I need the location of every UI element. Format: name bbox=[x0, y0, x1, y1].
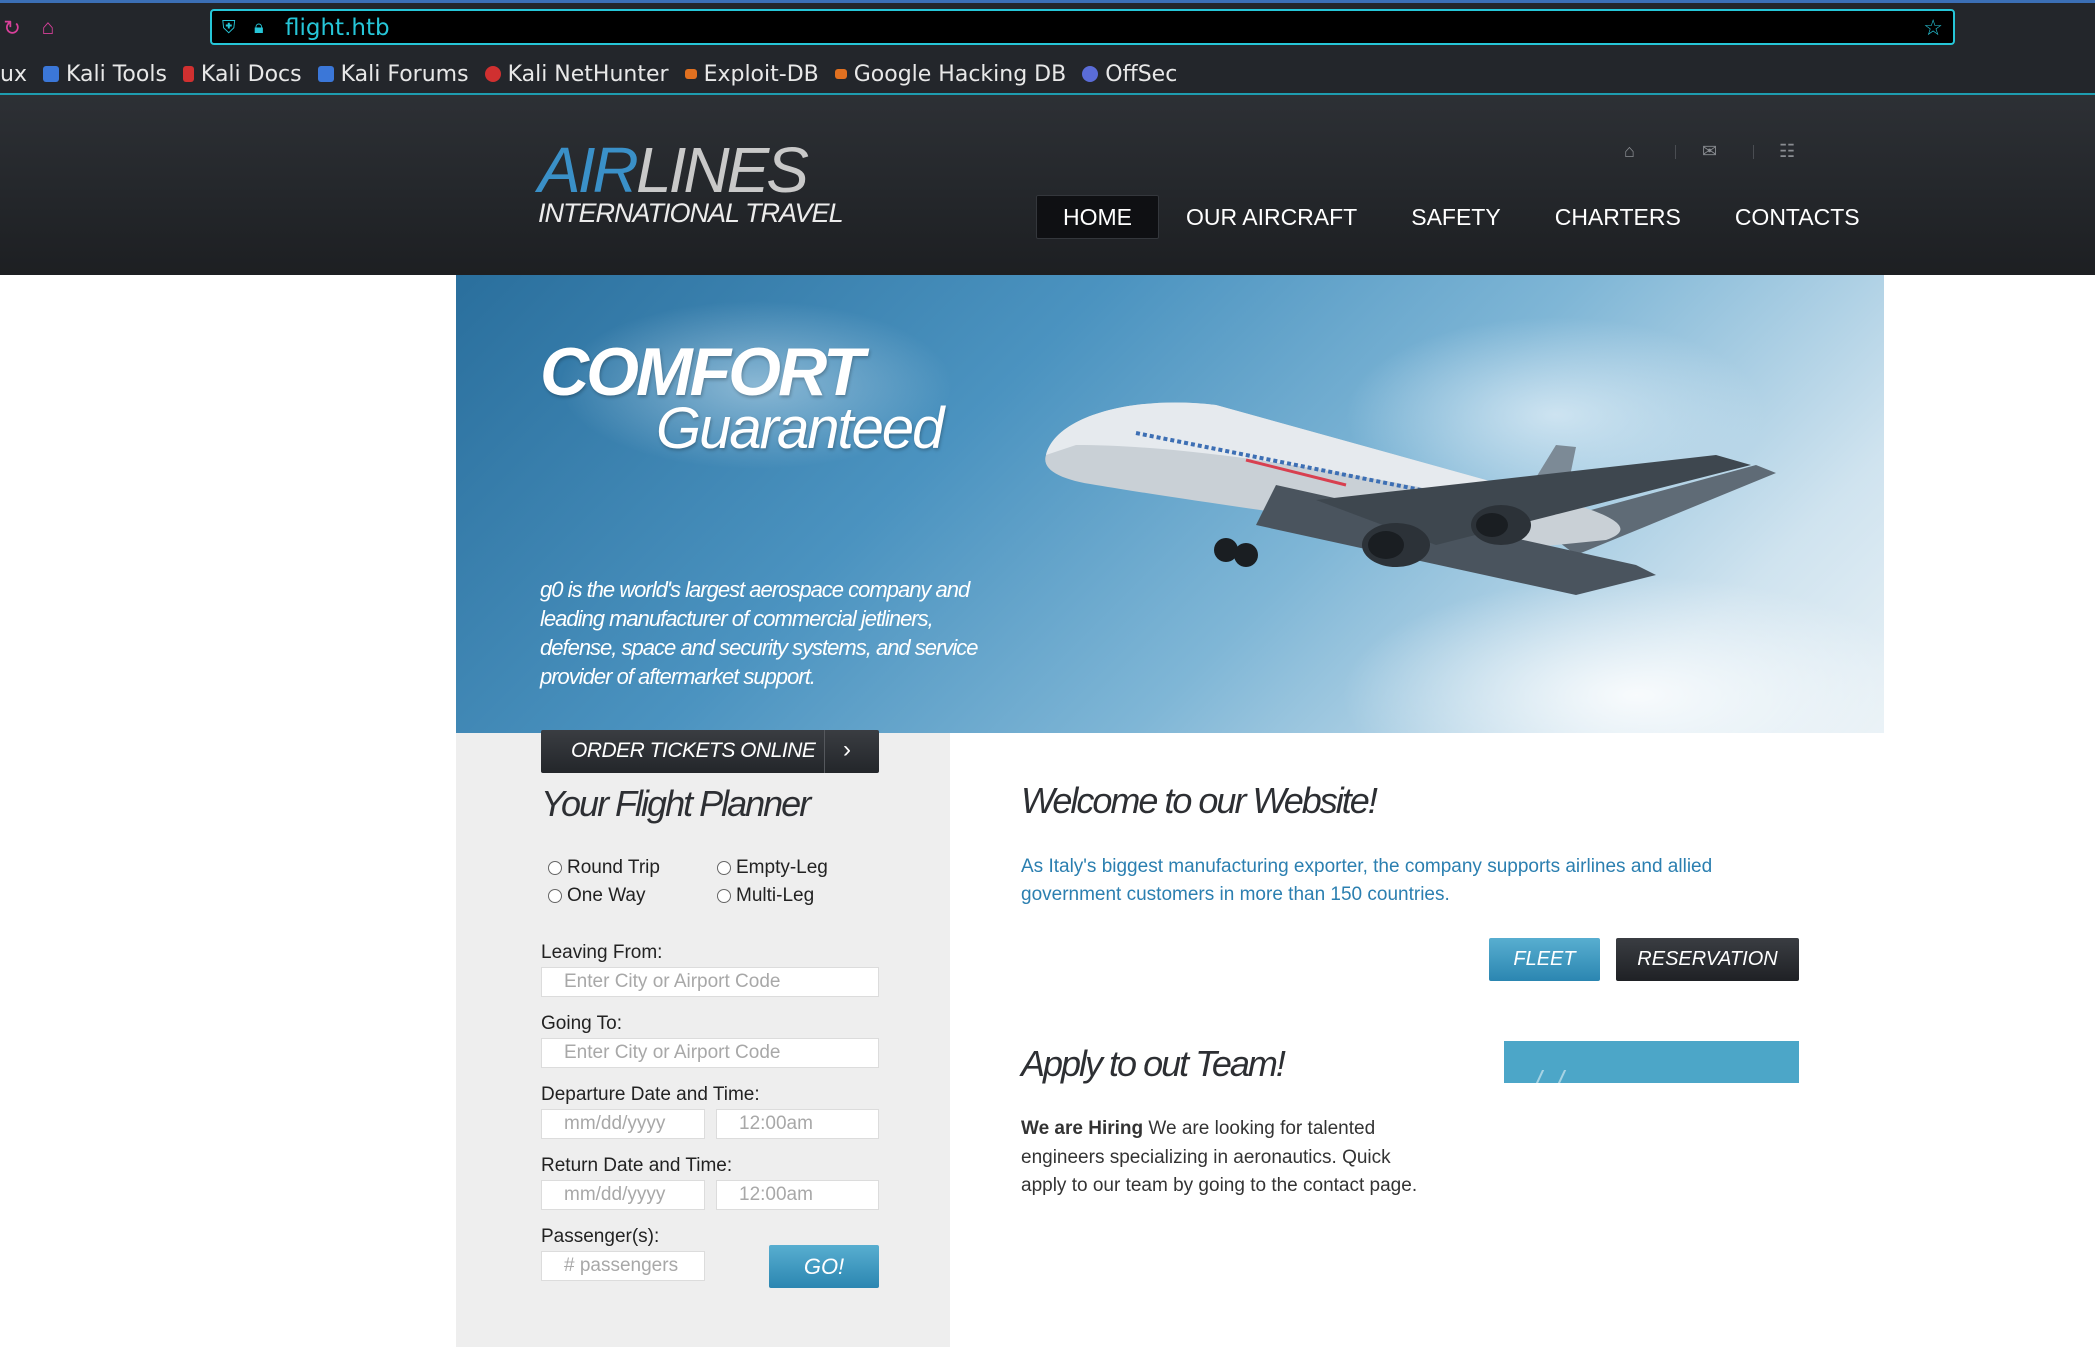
fleet-button[interactable]: FLEET bbox=[1489, 938, 1600, 981]
sitemap-icon[interactable]: ☷ bbox=[1779, 141, 1795, 162]
bookmark-label: Kali Forums bbox=[340, 61, 469, 87]
radio-one-way[interactable]: One Way bbox=[548, 885, 646, 907]
return-time-input[interactable]: 12:00am bbox=[716, 1180, 879, 1210]
hero-description: g0 is the world's largest aerospace comp… bbox=[540, 577, 978, 689]
decorative-slash: / bbox=[1556, 1065, 1564, 1096]
bookmark-label: Kali Docs bbox=[200, 61, 302, 87]
divider bbox=[824, 730, 825, 773]
url-text[interactable]: flight.htb bbox=[285, 15, 390, 41]
ghdb-icon bbox=[834, 69, 847, 79]
bookmark-kali-docs[interactable]: Kali Docs bbox=[182, 61, 302, 87]
departure-time-input[interactable]: 12:00am bbox=[716, 1109, 879, 1139]
divider bbox=[1753, 145, 1754, 159]
logo-subtitle: INTERNATIONAL TRAVEL bbox=[538, 198, 844, 228]
bookmark-label: Google Hacking DB bbox=[853, 61, 1067, 87]
bookmark-label: Kali Tools bbox=[65, 61, 167, 87]
radio-circle[interactable] bbox=[717, 889, 731, 903]
return-date-input[interactable]: mm/dd/yyyy bbox=[541, 1180, 705, 1210]
planner-title: Your Flight Planner bbox=[541, 783, 811, 824]
kali-docs-icon bbox=[182, 66, 194, 82]
passengers-label: Passenger(s): bbox=[541, 1226, 660, 1247]
chrome-accent-line bbox=[0, 0, 2095, 3]
hero-subtitle: Guaranteed bbox=[656, 396, 944, 461]
bookmark-offsec[interactable]: OffSec bbox=[1082, 62, 1177, 87]
decorative-slash: / bbox=[1534, 1065, 1542, 1096]
welcome-text: As Italy's biggest manufacturing exporte… bbox=[1021, 856, 1713, 905]
radio-label: Empty-Leg bbox=[736, 857, 828, 878]
bookmark-label: OffSec bbox=[1105, 61, 1178, 87]
home-icon[interactable]: ⌂ bbox=[36, 12, 60, 44]
nav-home[interactable]: HOME bbox=[1036, 195, 1159, 239]
bookmark-google-hacking-db[interactable]: Google Hacking DB bbox=[834, 61, 1067, 87]
home-icon[interactable]: ⌂ bbox=[1624, 141, 1635, 162]
order-tickets-button[interactable]: ORDER TICKETS ONLINE › bbox=[541, 730, 879, 773]
radio-label: Round Trip bbox=[567, 857, 660, 878]
apply-title: Apply to out Team! bbox=[1021, 1043, 1286, 1084]
hiring-label: We are Hiring bbox=[1021, 1118, 1144, 1139]
welcome-title: Welcome to our Website! bbox=[1021, 780, 1378, 821]
bookmark-star-icon[interactable]: ☆ bbox=[1923, 15, 1943, 41]
logo-air: AIR bbox=[538, 134, 639, 206]
going-to-label: Going To: bbox=[541, 1013, 622, 1034]
mail-icon[interactable]: ✉ bbox=[1702, 141, 1717, 162]
radio-round-trip[interactable]: Round Trip bbox=[548, 857, 660, 879]
departure-date-input[interactable]: mm/dd/yyyy bbox=[541, 1109, 705, 1139]
logo-lines: LINES bbox=[636, 134, 809, 206]
departure-label: Departure Date and Time: bbox=[541, 1084, 760, 1105]
main-nav: HOME OUR AIRCRAFT SAFETY CHARTERS CONTAC… bbox=[1036, 195, 1887, 239]
shield-icon[interactable]: ⛨ bbox=[222, 17, 236, 38]
bookmark-item[interactable]: ux bbox=[0, 62, 27, 87]
bookmark-exploit-db[interactable]: Exploit-DB bbox=[684, 61, 819, 87]
flight-planner-panel: ORDER TICKETS ONLINE › Your Flight Plann… bbox=[456, 730, 950, 1347]
radio-empty-leg[interactable]: Empty-Leg bbox=[717, 857, 828, 879]
bookmark-label: ux bbox=[0, 61, 27, 87]
order-tickets-label: ORDER TICKETS ONLINE bbox=[571, 739, 816, 762]
leaving-from-label: Leaving From: bbox=[541, 942, 663, 963]
nav-safety[interactable]: SAFETY bbox=[1384, 195, 1527, 239]
exploit-db-icon bbox=[684, 69, 697, 79]
airplane-image bbox=[1045, 402, 1776, 595]
radio-label: One Way bbox=[567, 885, 646, 906]
site-header: AIR LINES INTERNATIONAL TRAVEL ⌂ ✉ ☷ HOM… bbox=[0, 95, 2095, 275]
go-button[interactable]: GO! bbox=[769, 1245, 879, 1288]
url-bar[interactable]: ⛨ 🔒︎ flight.htb ☆ bbox=[210, 9, 1955, 45]
bookmark-label: Exploit-DB bbox=[703, 61, 819, 87]
reservation-button[interactable]: RESERVATION bbox=[1616, 938, 1799, 981]
chevron-right-icon: › bbox=[843, 736, 851, 763]
nav-charters[interactable]: CHARTERS bbox=[1528, 195, 1708, 239]
bookmarks-toolbar: ux Kali Tools Kali Docs Kali Forums Kali… bbox=[0, 56, 1193, 92]
lock-icon[interactable]: 🔒︎ bbox=[254, 17, 264, 38]
radio-circle[interactable] bbox=[717, 861, 731, 875]
nav-our-aircraft[interactable]: OUR AIRCRAFT bbox=[1159, 195, 1384, 239]
bookmark-label: Kali NetHunter bbox=[507, 61, 669, 87]
kali-forums-icon bbox=[317, 66, 334, 82]
radio-circle[interactable] bbox=[548, 889, 562, 903]
radio-label: Multi-Leg bbox=[736, 885, 815, 906]
return-label: Return Date and Time: bbox=[541, 1155, 733, 1176]
radio-multi-leg[interactable]: Multi-Leg bbox=[717, 885, 814, 907]
going-to-input[interactable]: Enter City or Airport Code bbox=[541, 1038, 879, 1068]
hero-banner: COMFORT Guaranteed g0 is the world's lar… bbox=[456, 275, 1884, 733]
nav-contacts[interactable]: CONTACTS bbox=[1708, 195, 1887, 239]
kali-nethunter-icon bbox=[484, 66, 501, 82]
bookmark-kali-forums[interactable]: Kali Forums bbox=[317, 61, 469, 87]
offsec-icon bbox=[1082, 66, 1099, 82]
radio-circle[interactable] bbox=[548, 861, 562, 875]
reload-icon[interactable]: ↻ bbox=[0, 12, 24, 44]
leaving-from-input[interactable]: Enter City or Airport Code bbox=[541, 967, 879, 997]
divider bbox=[1675, 145, 1676, 159]
bookmark-kali-nethunter[interactable]: Kali NetHunter bbox=[484, 61, 669, 87]
bookmark-kali-tools[interactable]: Kali Tools bbox=[42, 61, 167, 87]
browser-chrome: ↻ ⌂ ⛨ 🔒︎ flight.htb ☆ ux Kali Tools Kali… bbox=[0, 0, 2095, 95]
kali-tools-icon bbox=[42, 66, 59, 82]
apply-text: We are Hiring We are looking for talente… bbox=[1021, 1115, 1436, 1201]
passengers-input[interactable]: # passengers bbox=[541, 1251, 705, 1281]
apply-banner-image: / / bbox=[1504, 1041, 1799, 1096]
